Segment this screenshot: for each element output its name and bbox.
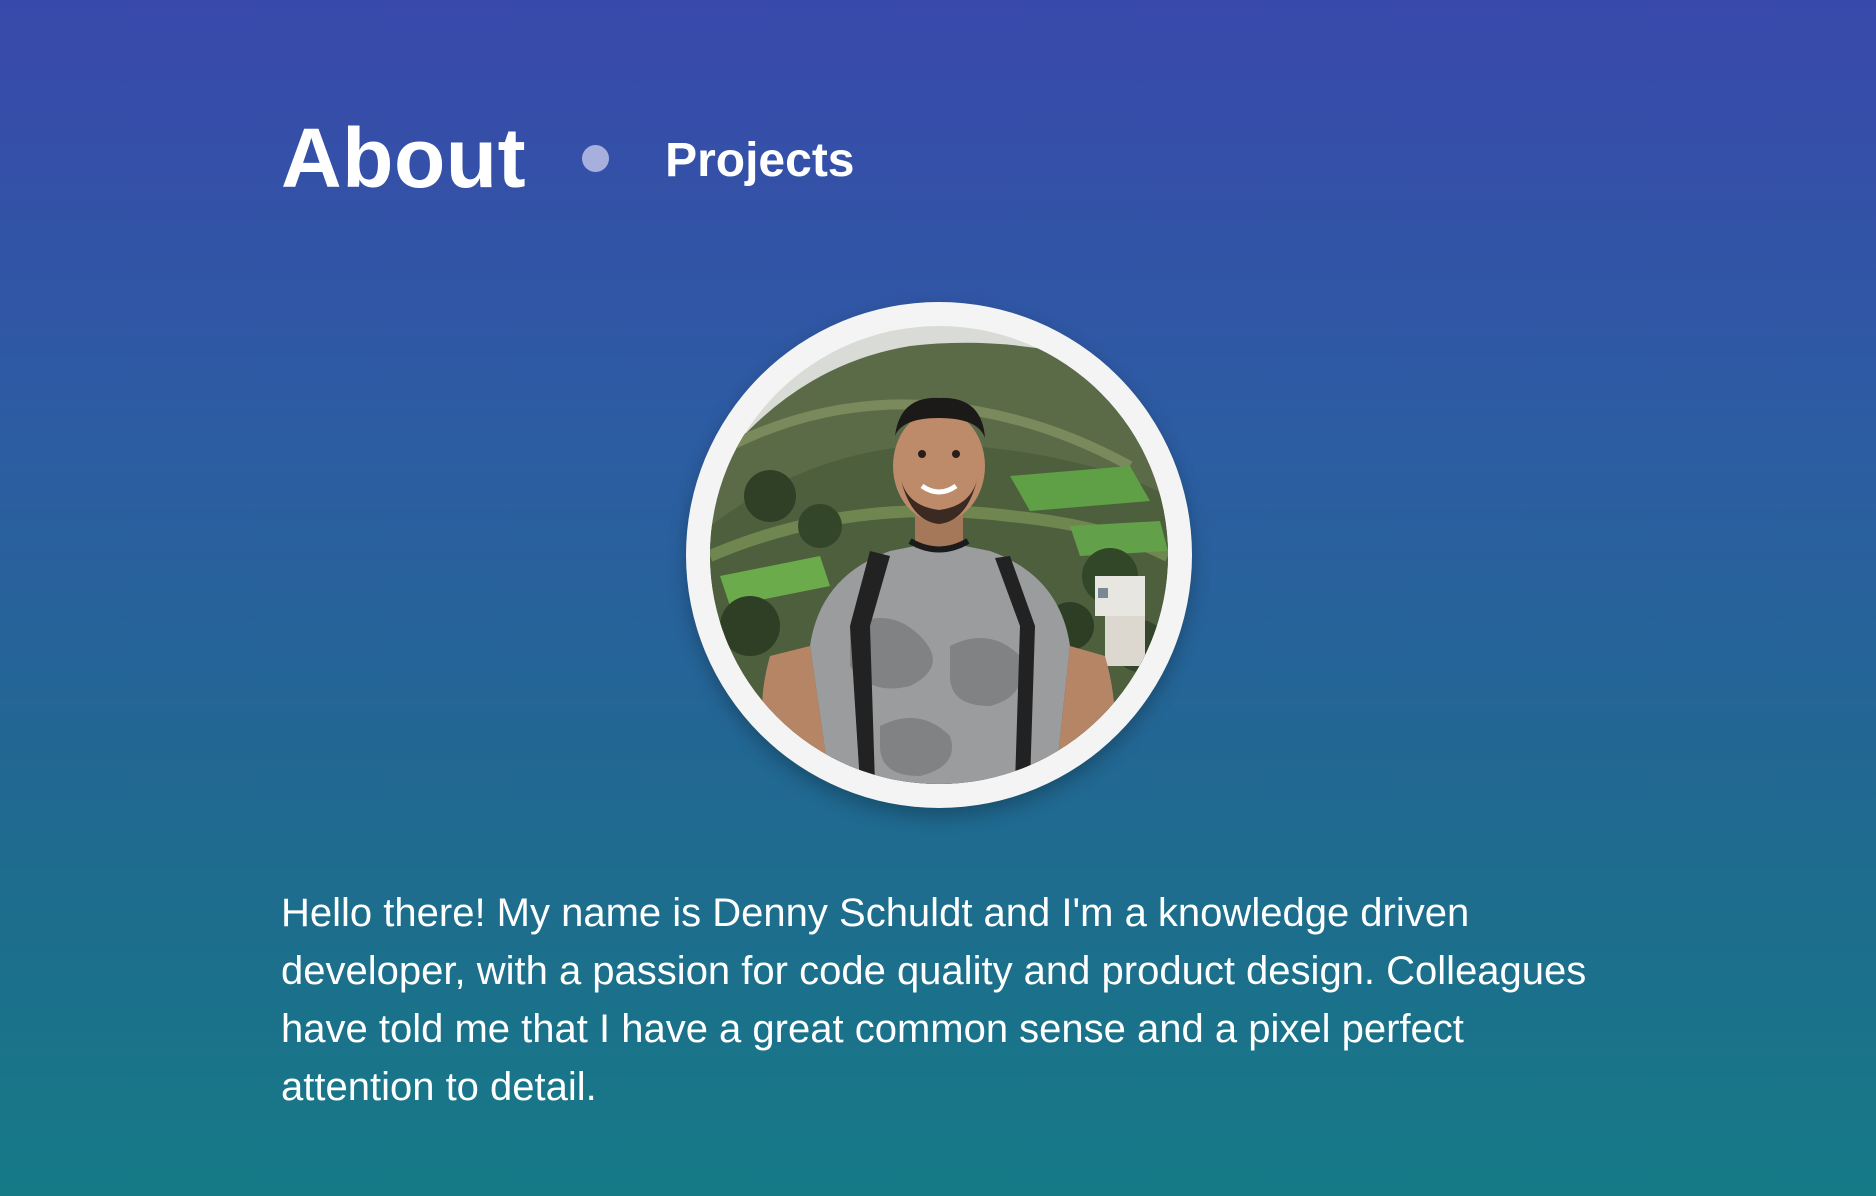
nav-about-link[interactable]: About — [281, 116, 526, 200]
main-nav: About Projects — [281, 108, 855, 208]
bio-text: Hello there! My name is Denny Schuldt an… — [281, 891, 1587, 1109]
avatar — [710, 326, 1168, 784]
nav-separator-dot — [582, 144, 610, 172]
nav-projects-link[interactable]: Projects — [665, 137, 854, 185]
avatar-frame — [686, 302, 1192, 808]
profile-photo — [710, 326, 1168, 784]
